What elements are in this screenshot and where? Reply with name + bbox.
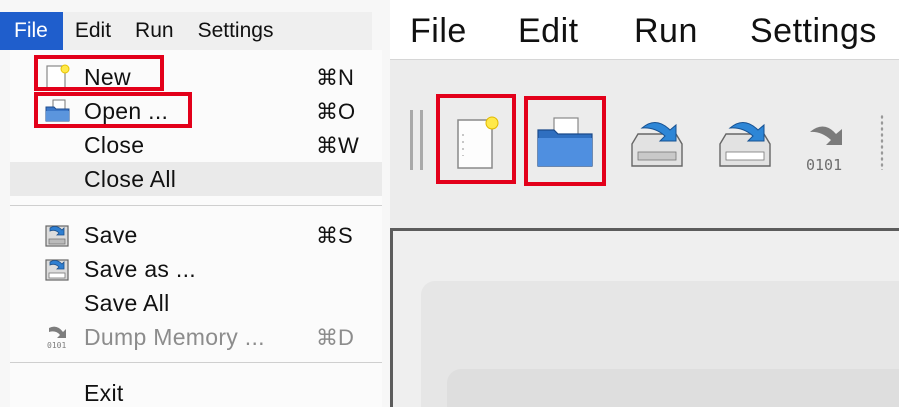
- menubar: File Edit Run Settings: [0, 12, 372, 50]
- menu-settings-large[interactable]: Settings: [750, 12, 877, 51]
- menu-settings[interactable]: Settings: [186, 12, 286, 50]
- menu-item-dump-memory: 0101 Dump Memory ... ⌘D: [10, 320, 382, 354]
- highlight-toolbar-open: [524, 96, 606, 186]
- editor-inner-area: [447, 369, 899, 407]
- toolbar-grip[interactable]: [420, 110, 423, 170]
- toolbar-overflow-dots: [880, 114, 884, 170]
- menu-item-label: Dump Memory ...: [84, 324, 265, 350]
- highlight-open: [34, 92, 192, 128]
- highlight-new: [34, 55, 164, 91]
- shortcut-label: ⌘O: [316, 99, 356, 124]
- menu-item-label: Close: [84, 132, 145, 158]
- menu-run-large[interactable]: Run: [634, 12, 698, 51]
- save-icon: [631, 122, 683, 167]
- menu-separator: [10, 362, 382, 363]
- toolbar-save-button[interactable]: [622, 108, 692, 180]
- menu-item-label: Save as ...: [84, 256, 196, 282]
- menubar-large: File Edit Run Settings: [390, 0, 899, 60]
- menu-separator: [10, 205, 382, 206]
- file-menu-screenshot: File Edit Run Settings New ⌘N Open ... ⌘…: [0, 0, 390, 407]
- dump-icon-text: 0101: [47, 341, 66, 350]
- menu-item-label: Save: [84, 222, 138, 248]
- highlight-toolbar-new: [436, 94, 516, 184]
- menu-edit[interactable]: Edit: [63, 12, 123, 50]
- menu-item-save[interactable]: Save ⌘S: [10, 218, 382, 252]
- shortcut-label: ⌘D: [316, 325, 354, 350]
- menu-file-large[interactable]: File: [410, 12, 467, 51]
- menu-file[interactable]: File: [0, 12, 63, 50]
- menu-item-label: Close All: [84, 166, 177, 192]
- save-as-icon: [719, 122, 771, 167]
- dump-memory-icon: 0101: [806, 126, 842, 174]
- menu-item-close[interactable]: Close ⌘W: [10, 128, 382, 162]
- save-icon: [44, 222, 74, 248]
- dump-icon-text: 0101: [806, 156, 842, 174]
- save-as-icon: [44, 256, 74, 282]
- shortcut-label: ⌘W: [316, 133, 359, 158]
- toolbar-grip[interactable]: [410, 110, 413, 170]
- toolbar-screenshot: File Edit Run Settings 0101: [390, 0, 899, 407]
- toolbar-dump-memory-button[interactable]: 0101: [794, 108, 864, 180]
- menu-item-save-all[interactable]: Save All: [10, 286, 382, 320]
- editor-panel: [390, 228, 899, 407]
- menu-item-label: Save All: [84, 290, 170, 316]
- menu-item-save-as[interactable]: Save as ...: [10, 252, 382, 286]
- shortcut-label: ⌘N: [316, 65, 354, 90]
- menu-run[interactable]: Run: [123, 12, 186, 50]
- menu-edit-large[interactable]: Edit: [518, 12, 579, 51]
- menu-item-close-all[interactable]: Close All: [10, 162, 382, 196]
- menu-item-label: Exit: [84, 380, 124, 406]
- toolbar-save-as-button[interactable]: [710, 108, 780, 180]
- dump-memory-icon: 0101: [44, 324, 74, 350]
- shortcut-label: ⌘S: [316, 223, 353, 248]
- menu-item-exit[interactable]: Exit: [10, 376, 382, 407]
